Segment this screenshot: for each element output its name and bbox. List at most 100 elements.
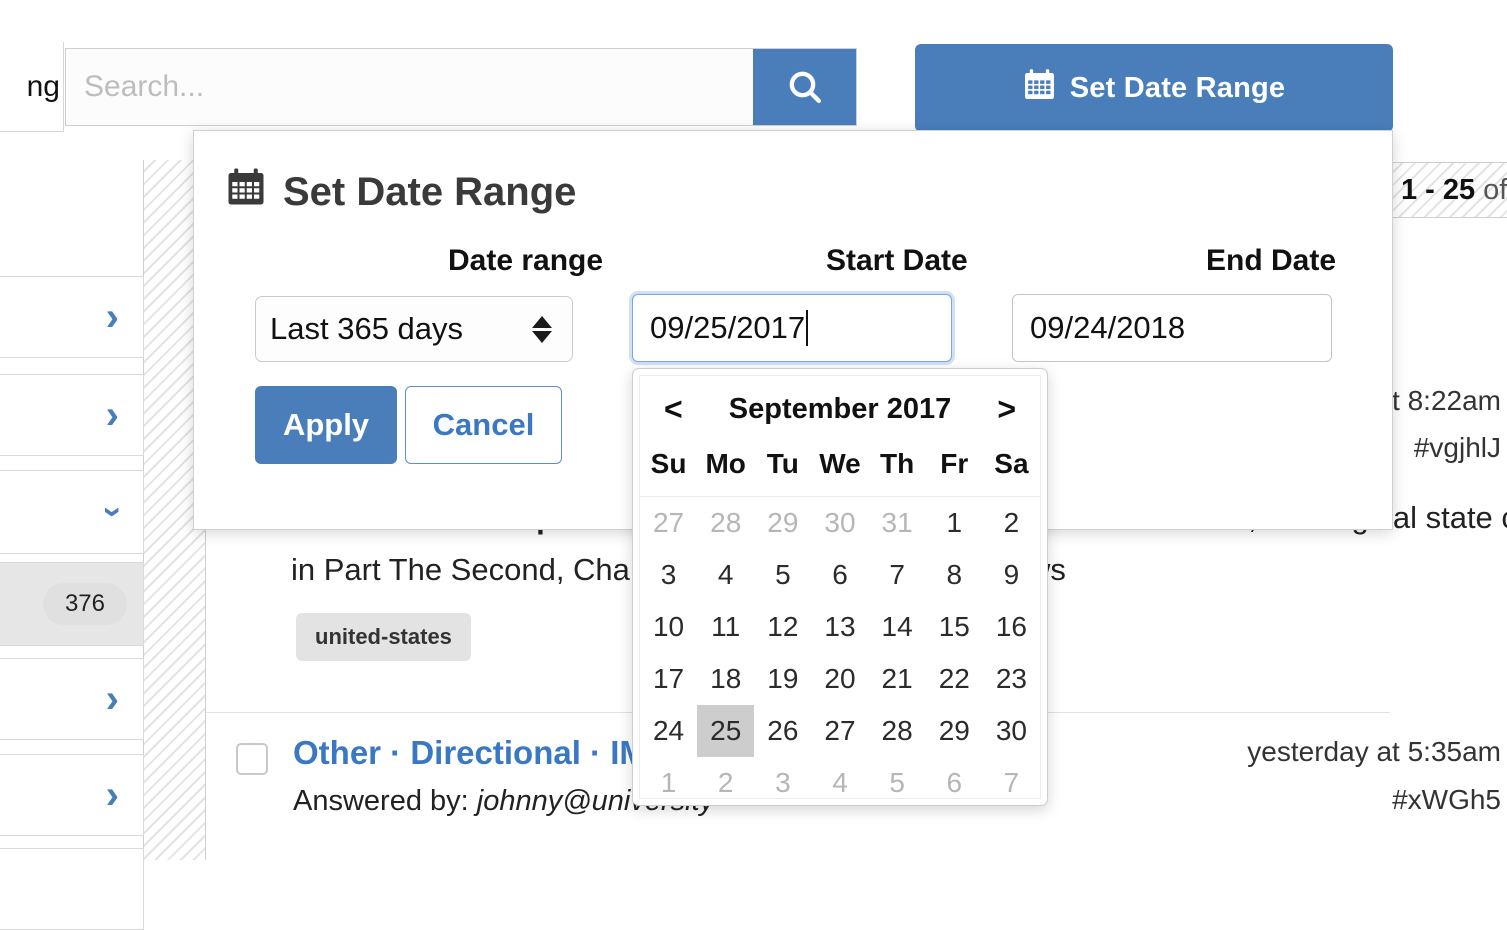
set-date-range-button[interactable]: Set Date Range xyxy=(915,44,1393,132)
datepicker-popup: < September 2017 > Su Mo Tu We Th Fr Sa 27 28 29… xyxy=(632,368,1048,806)
datepicker-day[interactable]: 23 xyxy=(983,653,1040,705)
datepicker-weekday: Su xyxy=(650,448,687,479)
date-range-label: Date range xyxy=(448,244,604,277)
datepicker-header: < September 2017 > xyxy=(640,376,1040,442)
datepicker-day[interactable]: 7 xyxy=(983,757,1040,809)
result-body-left: in Part The Second, Cha xyxy=(291,552,630,587)
result-tag[interactable]: united-states xyxy=(296,613,471,661)
datepicker-day[interactable]: 6 xyxy=(926,757,983,809)
datepicker-day[interactable]: 3 xyxy=(640,549,697,601)
datepicker-day[interactable]: 14 xyxy=(869,601,926,653)
set-date-range-label: Set Date Range xyxy=(1069,71,1286,104)
datepicker-month-label: September 2017 xyxy=(728,392,952,425)
chevron-right-icon: › xyxy=(105,393,119,437)
pager-of-label: of xyxy=(1483,173,1507,206)
datepicker-day[interactable]: 6 xyxy=(811,549,868,601)
datepicker-day[interactable]: 30 xyxy=(811,497,868,549)
list-item[interactable]: › xyxy=(0,658,144,740)
datepicker-day[interactable]: 25 xyxy=(697,705,755,757)
date-range-select-value: Last 365 days xyxy=(270,311,464,346)
datepicker-inner: < September 2017 > Su Mo Tu We Th Fr Sa 27 28 29… xyxy=(639,375,1041,799)
datepicker-day[interactable]: 17 xyxy=(640,653,697,705)
start-date-value: 09/25/2017 xyxy=(650,310,806,345)
search-input[interactable] xyxy=(66,49,753,125)
list-item[interactable]: › xyxy=(0,754,144,836)
datepicker-day[interactable]: 31 xyxy=(869,497,926,549)
result-checkbox[interactable] xyxy=(236,743,268,775)
datepicker-day-grid: 27 28 29 30 31 1 2 3 4 5 6 7 8 9 10 11 12 13 14 15 16 17 18 19 2… xyxy=(640,497,1040,809)
datepicker-day[interactable]: 12 xyxy=(754,601,811,653)
datepicker-day[interactable]: 9 xyxy=(983,549,1040,601)
datepicker-day[interactable]: 15 xyxy=(926,601,983,653)
datepicker-day[interactable]: 4 xyxy=(811,757,868,809)
modal-title: Set Date Range xyxy=(226,167,576,217)
datepicker-day[interactable]: 18 xyxy=(697,653,754,705)
pager-range: 1 - 25 xyxy=(1401,173,1476,206)
datepicker-day[interactable]: 26 xyxy=(754,705,811,757)
chevron-down-icon: › xyxy=(94,506,133,518)
datepicker-day[interactable]: 11 xyxy=(697,601,754,653)
result-id: #xWGh5 xyxy=(1392,784,1501,815)
brand-fragment: ng xyxy=(0,42,64,132)
datepicker-weekday-header: Su Mo Tu We Th Fr Sa xyxy=(640,442,1040,497)
result-link[interactable]: Other · Directional · IM xyxy=(293,734,647,772)
date-range-select[interactable]: Last 365 days xyxy=(255,296,573,362)
cancel-button[interactable]: Cancel xyxy=(405,386,562,464)
list-item[interactable] xyxy=(0,848,144,930)
list-item-selected[interactable]: 376 xyxy=(0,562,144,646)
search-icon xyxy=(785,67,825,107)
result-timestamp: at 8:22am xyxy=(1376,385,1501,416)
datepicker-day[interactable]: 22 xyxy=(926,653,983,705)
datepicker-weekday: Tu xyxy=(766,448,799,479)
end-date-input[interactable]: 09/24/2018 xyxy=(1012,294,1332,362)
datepicker-day[interactable]: 16 xyxy=(983,601,1040,653)
datepicker-day[interactable]: 8 xyxy=(926,549,983,601)
datepicker-weekday: Fr xyxy=(940,448,969,479)
datepicker-day[interactable]: 28 xyxy=(869,705,926,757)
calendar-icon xyxy=(1023,68,1056,109)
datepicker-day[interactable]: 2 xyxy=(983,497,1040,549)
datepicker-day[interactable]: 7 xyxy=(869,549,926,601)
apply-button[interactable]: Apply xyxy=(255,386,397,464)
search-bar xyxy=(65,48,857,126)
text-caret xyxy=(806,310,809,346)
result-id: #vgjhlJ xyxy=(1413,432,1501,463)
list-item[interactable]: › xyxy=(0,470,144,554)
datepicker-day[interactable]: 4 xyxy=(697,549,754,601)
answered-by-label: Answered by: xyxy=(293,785,477,817)
datepicker-day[interactable]: 21 xyxy=(869,653,926,705)
datepicker-day[interactable]: 28 xyxy=(697,497,754,549)
results-pager: 1 - 25 of xyxy=(1390,162,1507,218)
datepicker-day[interactable]: 2 xyxy=(697,757,754,809)
datepicker-day[interactable]: 1 xyxy=(640,757,697,809)
count-badge: 376 xyxy=(42,583,127,625)
prev-month-button[interactable]: < xyxy=(664,391,683,428)
start-date-label: Start Date xyxy=(826,244,968,277)
datepicker-day[interactable]: 19 xyxy=(754,653,811,705)
list-item[interactable]: › xyxy=(0,276,144,358)
datepicker-day[interactable]: 27 xyxy=(640,497,697,549)
search-button[interactable] xyxy=(753,49,856,125)
list-item[interactable]: › xyxy=(0,374,144,456)
end-date-label: End Date xyxy=(1206,244,1337,277)
datepicker-weekday: Th xyxy=(880,448,915,479)
start-date-input[interactable]: 09/25/2017 xyxy=(632,294,952,362)
datepicker-weekday: Sa xyxy=(994,448,1029,479)
datepicker-day[interactable]: 29 xyxy=(754,497,811,549)
end-date-value: 09/24/2018 xyxy=(1030,310,1186,345)
datepicker-day[interactable]: 3 xyxy=(754,757,811,809)
datepicker-day[interactable]: 30 xyxy=(983,705,1040,757)
datepicker-weekday: We xyxy=(819,448,861,479)
datepicker-day[interactable]: 10 xyxy=(640,601,697,653)
datepicker-day[interactable]: 5 xyxy=(869,757,926,809)
datepicker-day[interactable]: 20 xyxy=(811,653,868,705)
next-month-button[interactable]: > xyxy=(997,391,1016,428)
datepicker-day[interactable]: 24 xyxy=(640,705,697,757)
datepicker-day[interactable]: 13 xyxy=(811,601,868,653)
datepicker-weekday: Mo xyxy=(705,448,746,479)
chevron-right-icon: › xyxy=(105,295,119,339)
datepicker-day[interactable]: 27 xyxy=(811,705,868,757)
datepicker-day[interactable]: 5 xyxy=(754,549,811,601)
datepicker-day[interactable]: 29 xyxy=(926,705,983,757)
datepicker-day[interactable]: 1 xyxy=(926,497,983,549)
